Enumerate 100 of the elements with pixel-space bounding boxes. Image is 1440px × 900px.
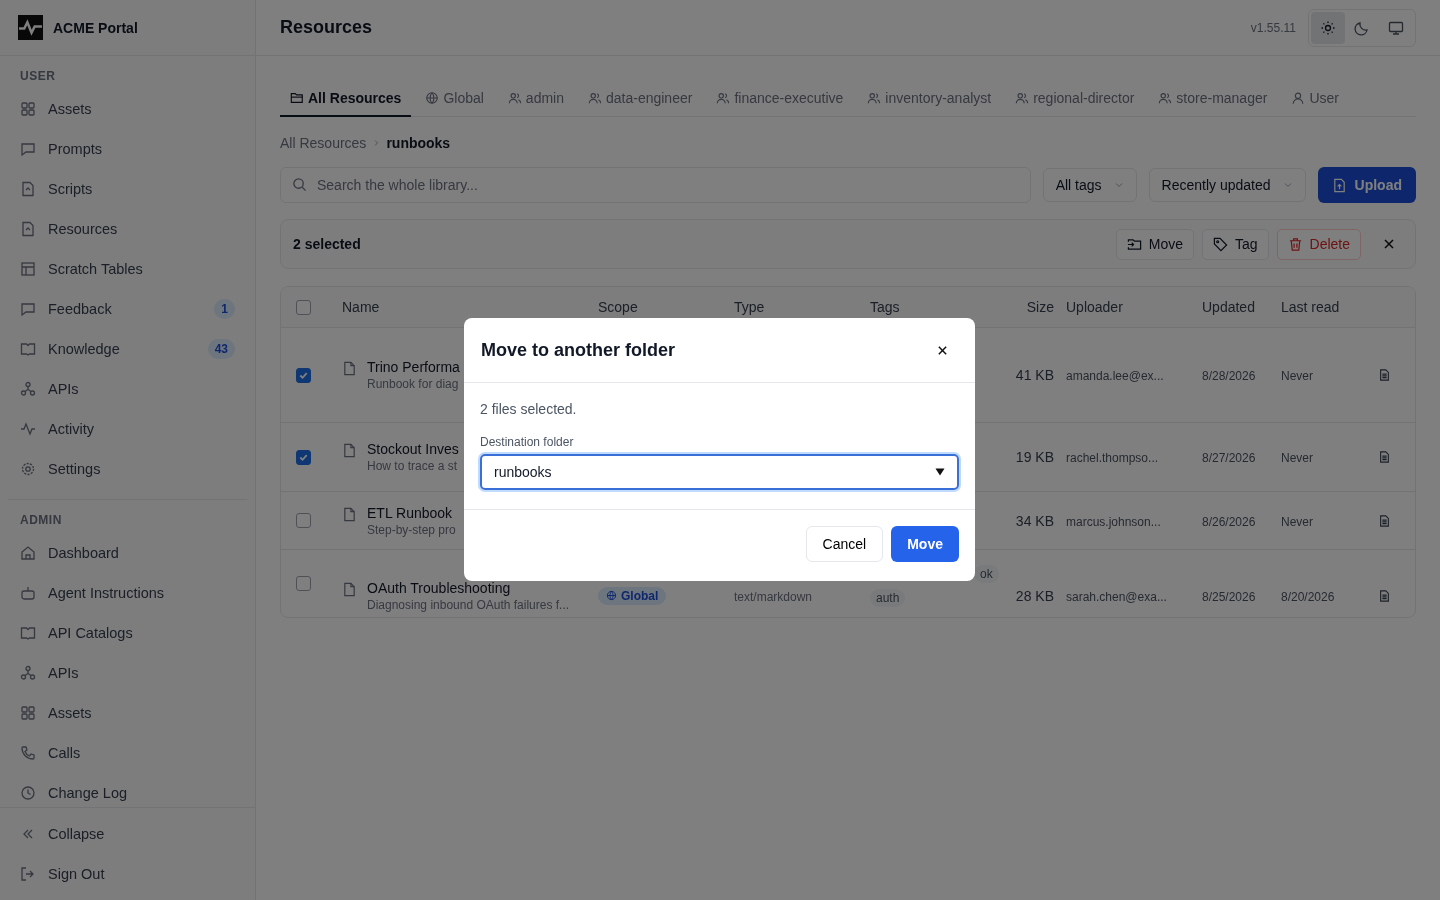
sidebar-item[interactable]: APIs [8,369,247,409]
upload-button[interactable]: Upload [1317,167,1416,203]
scope-tab[interactable]: data-engineer [578,80,703,117]
sidebar-item[interactable]: APIs [8,653,247,693]
table-cell: 8/25/2026 [1202,589,1256,604]
column-header: Tags [870,299,901,315]
document-icon[interactable] [1379,589,1390,602]
document-icon[interactable] [1379,369,1390,381]
row-checkbox[interactable] [296,513,311,528]
scope-tab[interactable]: finance-executive [706,80,854,117]
scope-tab[interactable]: regional-director [1005,80,1145,117]
file-name[interactable]: ETL Runbook [367,504,456,521]
sun-icon[interactable] [1311,11,1345,44]
table-cell: text/markdown [734,589,813,604]
table-cell: marcus.johnson... [1066,514,1161,529]
document-icon[interactable] [1379,451,1390,463]
file-upload-icon [1331,177,1347,193]
scope-tab[interactable]: admin [497,80,574,117]
cancel-button[interactable]: Cancel [805,526,884,562]
sidebar-item[interactable]: Scripts [8,169,247,209]
sidebar-item[interactable]: Agent Instructions [8,573,247,613]
globe-icon [425,91,440,105]
select-all-checkbox[interactable] [296,299,311,315]
app-name: ACME Portal [53,19,138,36]
folder-select[interactable]: runbooks [480,454,959,490]
delete-button[interactable]: Delete [1276,228,1361,260]
close-icon[interactable] [937,344,948,356]
chat-icon [20,141,36,157]
api-icon [20,381,36,397]
table-cell: Never [1281,514,1313,529]
tag-button[interactable]: Tag [1201,228,1269,260]
file-name[interactable]: Trino Performa [367,359,460,375]
table-cell: 8/27/2026 [1202,451,1256,465]
column-header: Type [734,299,766,315]
row-checkbox[interactable] [296,449,311,465]
scope-tab[interactable]: All Resources [280,80,412,117]
clock-icon [20,785,36,801]
sidebar-item[interactable]: Dashboard [8,533,247,573]
move-button[interactable]: Move [891,526,959,562]
column-header: Uploader [1066,299,1124,315]
trash-icon [1287,236,1303,252]
table-cell: rachel.thompso... [1066,451,1159,465]
row-checkbox[interactable] [296,576,311,591]
sidebar-item[interactable]: Scratch Tables [8,249,247,289]
file-name[interactable]: Stockout Inves [367,441,459,457]
sidebar-item[interactable]: Assets [8,693,247,733]
scope-badge: Global [598,586,667,605]
sidebar-item[interactable]: Change Log [8,773,247,807]
table-cell: sarah.chen@exa... [1066,589,1167,604]
chevron-right-icon [372,139,381,147]
sidebar-item[interactable]: Prompts [8,129,247,169]
document-icon[interactable] [1379,514,1390,527]
row-checkbox[interactable] [296,367,311,383]
file-icon [342,443,357,458]
sidebar-item[interactable]: Resources [8,209,247,249]
sidebar-item[interactable]: Sign Out [8,854,247,894]
home-icon [20,545,36,561]
section-heading: ADMIN [19,512,63,529]
filter-dropdown[interactable]: All tags [1042,168,1137,202]
scope-tab[interactable]: User [1281,80,1349,117]
grid-icon [20,705,36,721]
column-header: Last read [1281,299,1341,315]
search-field[interactable]: Search the whole library... [280,167,1031,203]
grid-icon [20,101,36,117]
users-icon [588,91,602,105]
filter-dropdown[interactable]: Recently updated [1148,168,1306,202]
sidebar-item[interactable]: Assets [8,89,247,129]
scope-tab[interactable]: store-manager [1148,80,1278,117]
sidebar-item[interactable]: Activity [8,409,247,449]
file-icon [20,221,36,237]
users-icon [1015,91,1030,105]
move-button[interactable]: Move [1115,228,1194,260]
table-cell: 8/28/2026 [1202,369,1256,383]
dialog-title: Move to another folder [481,339,676,361]
book-icon [20,625,36,641]
count-badge: 43 [207,339,235,359]
chevron-down-icon [1282,180,1293,190]
table-cell: 8/26/2026 [1202,514,1256,529]
users-icon [507,91,522,105]
file-description: Step-by-step pro [367,522,456,537]
version-label: v1.55.11 [1250,20,1296,35]
breadcrumb-link[interactable]: All Resources [280,135,367,151]
file-name[interactable]: OAuth Troubleshooting [367,579,570,596]
sidebar-item[interactable]: Feedback 1 [8,289,247,329]
tag-icon [1212,236,1228,252]
sidebar-item[interactable]: Calls [8,733,247,773]
sidebar-item[interactable]: Settings [8,449,247,489]
scope-tab[interactable]: Global [415,80,494,117]
scope-tab[interactable]: inventory-analyst [857,80,1002,117]
sidebar-item[interactable]: Knowledge 43 [8,329,247,369]
column-header: Name [341,299,381,315]
logout-icon [20,866,36,882]
column-header: Updated [1202,299,1256,315]
table-icon [20,261,36,277]
file-icon [342,581,357,597]
sidebar-item[interactable]: API Catalogs [8,613,247,653]
sidebar-item[interactable]: Collapse [8,814,247,854]
field-label: Destination folder [480,435,575,449]
gear-icon [20,461,36,477]
logo-icon [18,15,43,40]
